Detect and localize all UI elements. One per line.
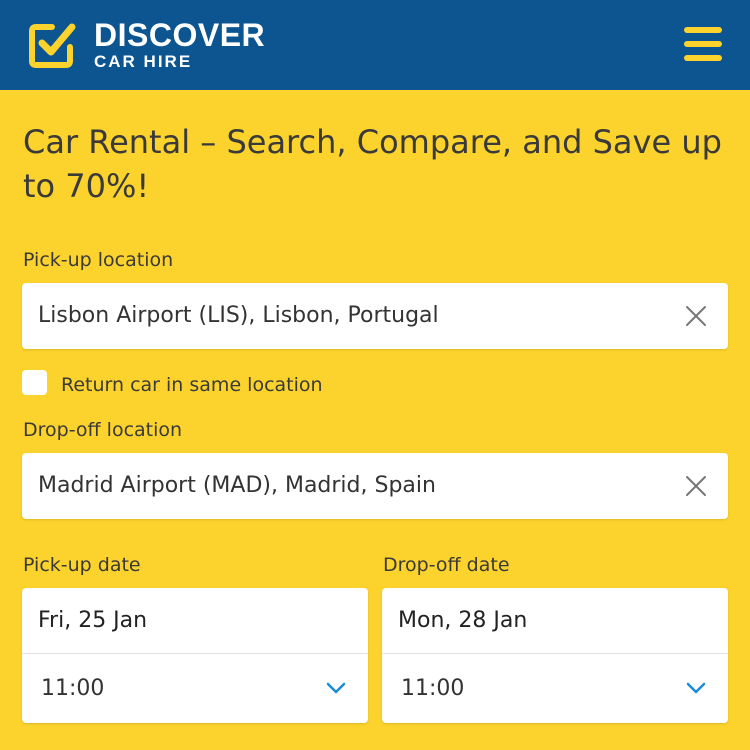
pickup-date-label: Pick-up date <box>23 554 141 576</box>
chevron-down-icon <box>686 682 706 694</box>
pickup-time-select[interactable]: 11:00 <box>22 655 368 723</box>
dropoff-date-field[interactable]: Mon, 28 Jan <box>382 588 728 654</box>
app-header: DISCOVER CAR HIRE <box>0 0 750 90</box>
close-icon[interactable] <box>684 304 708 328</box>
pickup-date-value: Fri, 25 Jan <box>38 608 148 633</box>
dropoff-date-value: Mon, 28 Jan <box>398 608 528 633</box>
pickup-date-field[interactable]: Fri, 25 Jan <box>22 588 368 654</box>
chevron-down-icon <box>326 682 346 694</box>
brand-line-2: CAR HIRE <box>94 51 193 71</box>
page-title: Car Rental – Search, Compare, and Save u… <box>23 123 722 205</box>
dropoff-location-label: Drop-off location <box>23 419 183 441</box>
hamburger-menu-icon[interactable] <box>684 27 724 61</box>
pickup-time-value: 11:00 <box>41 676 105 701</box>
dropoff-time-select[interactable]: 11:00 <box>382 655 728 723</box>
pickup-date-picker: Fri, 25 Jan 11:00 <box>22 588 368 723</box>
dropoff-time-value: 11:00 <box>401 676 465 701</box>
pickup-location-value: Lisbon Airport (LIS), Lisbon, Portugal <box>38 303 439 328</box>
dropoff-location-value: Madrid Airport (MAD), Madrid, Spain <box>38 473 436 498</box>
checkbox-logo-icon <box>28 19 78 69</box>
dropoff-location-input[interactable]: Madrid Airport (MAD), Madrid, Spain <box>22 453 728 519</box>
dropoff-date-label: Drop-off date <box>383 554 510 576</box>
brand-line-1: DISCOVER <box>94 16 266 53</box>
return-same-location-checkbox[interactable] <box>22 370 47 395</box>
dropoff-date-picker: Mon, 28 Jan 11:00 <box>382 588 728 723</box>
close-icon[interactable] <box>684 474 708 498</box>
pickup-location-label: Pick-up location <box>23 249 174 271</box>
brand-logo[interactable]: DISCOVER CAR HIRE <box>28 19 265 70</box>
brand-wordmark: DISCOVER CAR HIRE <box>94 19 265 70</box>
pickup-location-input[interactable]: Lisbon Airport (LIS), Lisbon, Portugal <box>22 283 728 349</box>
return-same-location-label[interactable]: Return car in same location <box>61 374 323 396</box>
